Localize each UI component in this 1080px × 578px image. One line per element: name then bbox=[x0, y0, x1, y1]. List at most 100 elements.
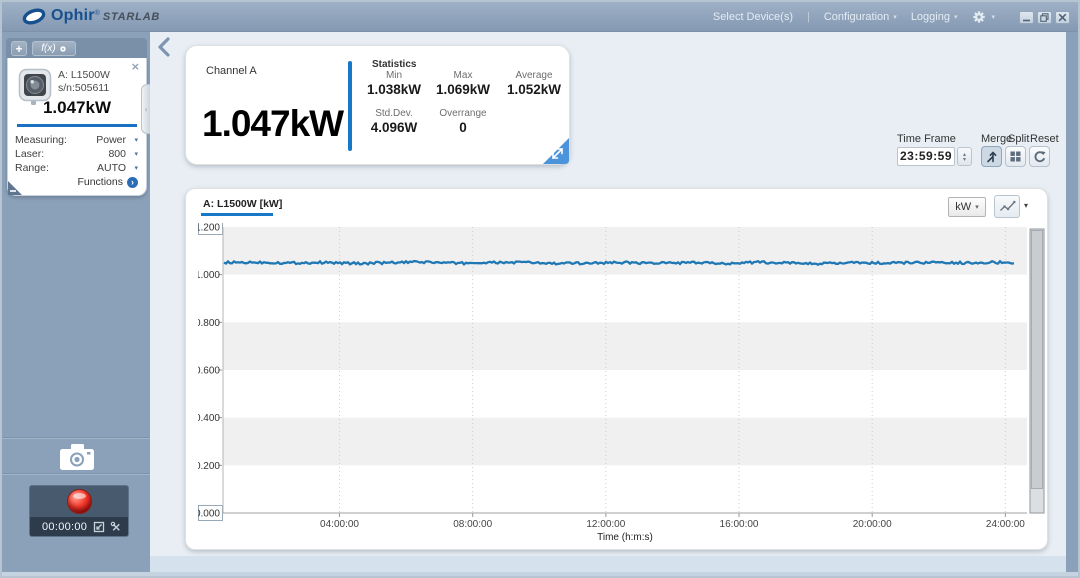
fx-gear-icon bbox=[59, 45, 66, 52]
reading-underline bbox=[17, 124, 137, 127]
caret-down-icon[interactable]: ▾ bbox=[134, 165, 138, 172]
menu-select-devices[interactable]: Select Device(s) bbox=[713, 11, 793, 23]
caret-down-icon[interactable]: ▾ bbox=[134, 137, 138, 144]
sidebar: + f(x) × A: L1500W s/n:505611 1.047kW Me… bbox=[2, 32, 150, 572]
y-tick-label: 1.200 bbox=[198, 223, 220, 234]
device-serial: s/n:505611 bbox=[58, 82, 110, 94]
timeframe-spinner[interactable]: ▴ ▾ bbox=[957, 147, 972, 166]
split-button[interactable] bbox=[1005, 146, 1026, 167]
merge-icon bbox=[987, 151, 997, 163]
statistics-title: Statistics bbox=[372, 59, 417, 70]
stat-min-label: Min bbox=[385, 70, 403, 81]
main-footer-strip bbox=[150, 556, 1066, 572]
stat-average-value: 1.052kW bbox=[506, 82, 562, 97]
menu-logging[interactable]: Logging ▾ bbox=[911, 11, 958, 23]
x-tick-label: 24:00:00 bbox=[986, 519, 1025, 530]
stats-divider bbox=[348, 61, 352, 151]
fold-minimize-dash bbox=[10, 190, 16, 192]
stat-stddev-label: Std.Dev. bbox=[375, 108, 413, 119]
sidebar-toolbar: + f(x) bbox=[6, 38, 147, 59]
line-chart-icon bbox=[999, 200, 1015, 211]
caret-down-icon[interactable]: ▾ bbox=[134, 151, 138, 158]
x-tick-label: 16:00:00 bbox=[720, 519, 759, 530]
x-tick-label: 12:00:00 bbox=[586, 519, 625, 530]
chart-type-caret-icon[interactable]: ▾ bbox=[1024, 202, 1028, 210]
brand-suffix: STARLAB bbox=[102, 11, 161, 23]
range-dropdown[interactable]: AUTO bbox=[97, 162, 126, 174]
brand-name: Ophir bbox=[51, 7, 95, 24]
stat-max-label: Max bbox=[453, 70, 473, 81]
measuring-row: Measuring: Power ▾ bbox=[15, 134, 138, 146]
merge-button[interactable] bbox=[981, 146, 1002, 167]
stat-stddev-value: 4.096W bbox=[370, 120, 418, 135]
reset-button[interactable] bbox=[1029, 146, 1050, 167]
stat-overrange-value: 0 bbox=[459, 120, 467, 135]
gear-icon bbox=[973, 11, 986, 23]
add-channel-button[interactable]: + bbox=[11, 41, 27, 56]
y-tick-label: 0.400 bbox=[198, 413, 220, 424]
channel-title: Channel A bbox=[206, 65, 257, 77]
y-tick-label: 1.000 bbox=[198, 270, 220, 281]
device-card: × A: L1500W s/n:505611 1.047kW Measuring… bbox=[7, 58, 147, 196]
menu-separator: | bbox=[807, 11, 810, 23]
caret-down-icon: ▾ bbox=[953, 12, 958, 21]
y-tick-label: 0.000 bbox=[198, 509, 220, 520]
device-close-icon[interactable]: × bbox=[131, 60, 140, 73]
divider bbox=[2, 437, 150, 439]
divider bbox=[2, 473, 150, 475]
plot-band bbox=[223, 227, 1027, 275]
close-icon bbox=[1058, 13, 1067, 21]
restore-button[interactable] bbox=[1037, 10, 1052, 24]
functions-link[interactable]: Functions › bbox=[77, 176, 138, 188]
chart-panel: A: L1500W [kW] kW ▾ ▾ 04:00:00 08:00:00 12… bbox=[185, 188, 1048, 550]
device-name-block: A: L1500W s/n:505611 bbox=[58, 69, 110, 95]
device-channel-name: A: L1500W bbox=[58, 69, 110, 81]
window-right-frame bbox=[1066, 32, 1078, 572]
x-tick-label: 04:00:00 bbox=[320, 519, 359, 530]
record-settings-tools-icon[interactable] bbox=[110, 521, 122, 533]
reset-circular-arrow-icon bbox=[1034, 150, 1046, 162]
screenshot-camera-button[interactable] bbox=[59, 443, 95, 471]
y-tick-label: 0.200 bbox=[198, 461, 220, 472]
timeframe-input[interactable]: 23:59:59 bbox=[897, 147, 955, 166]
chart-tab-underline bbox=[201, 213, 273, 216]
stat-average-label: Average bbox=[515, 70, 553, 81]
laser-dropdown[interactable]: 800 bbox=[108, 148, 126, 160]
record-panel: 00:00:00 bbox=[29, 485, 129, 537]
collapse-panel-chevron-icon[interactable] bbox=[156, 37, 172, 57]
menu-configuration[interactable]: Configuration ▾ bbox=[824, 11, 897, 23]
window-controls bbox=[1019, 10, 1070, 24]
spinner-down-icon[interactable]: ▾ bbox=[963, 156, 966, 162]
stat-overrange-label: Overrange bbox=[439, 108, 487, 119]
titlebar: Ophir ® STARLAB Select Device(s) | Config… bbox=[2, 2, 1078, 32]
record-button[interactable] bbox=[67, 489, 92, 514]
y-tick-label: 0.800 bbox=[198, 318, 220, 329]
measuring-dropdown[interactable]: Power bbox=[96, 134, 126, 146]
power-trend-chart: 04:00:00 08:00:00 12:00:00 16:00:00 20:00:00… bbox=[198, 223, 1045, 543]
settings-gear-menu[interactable]: ▾ bbox=[971, 9, 995, 25]
titlebar-menu: Select Device(s) | Configuration ▾ Loggin… bbox=[713, 2, 1070, 32]
minimize-button[interactable] bbox=[1019, 10, 1034, 24]
ophir-logo: Ophir ® STARLAB bbox=[22, 7, 160, 25]
sidebar-collapse-handle[interactable]: ‹ bbox=[141, 84, 150, 134]
chart-scrollbar-thumb[interactable] bbox=[1031, 230, 1043, 489]
y-tick-label: 0.600 bbox=[198, 366, 220, 377]
chart-tab[interactable]: A: L1500W [kW] bbox=[203, 198, 282, 210]
unit-select-dropdown[interactable]: kW ▾ bbox=[948, 197, 986, 217]
plot-band bbox=[223, 417, 1027, 466]
split-grid-icon bbox=[1010, 151, 1021, 162]
caret-down-icon: ▾ bbox=[991, 12, 995, 21]
card-collapse-fold[interactable] bbox=[8, 181, 22, 195]
split-label: Split bbox=[1008, 133, 1030, 145]
stat-min-value: 1.038kW bbox=[366, 82, 422, 97]
ophir-swoosh-icon bbox=[22, 8, 46, 24]
caret-down-icon: ▾ bbox=[975, 202, 979, 211]
device-reading: 1.047kW bbox=[42, 98, 112, 117]
export-log-icon[interactable] bbox=[93, 521, 105, 533]
chart-type-button[interactable] bbox=[994, 195, 1020, 218]
panel-resize-corner[interactable] bbox=[543, 138, 569, 164]
close-button[interactable] bbox=[1055, 10, 1070, 24]
brand-registered-mark: ® bbox=[94, 9, 100, 17]
stat-max-value: 1.069kW bbox=[435, 82, 491, 97]
functions-fx-button[interactable]: f(x) bbox=[32, 41, 76, 56]
